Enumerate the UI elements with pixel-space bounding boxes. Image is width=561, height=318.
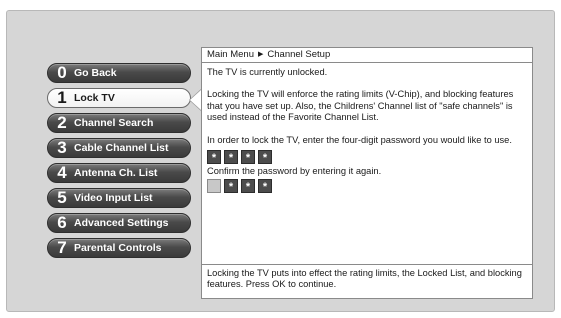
menu-item-number: 3 — [57, 138, 67, 157]
menu-item-number: 6 — [57, 213, 67, 232]
menu-item-label: Channel Search — [74, 117, 154, 129]
breadcrumb-current: Channel Setup — [267, 49, 331, 60]
menu-item-number: 5 — [57, 188, 67, 207]
menu-item-label: Go Back — [74, 67, 117, 79]
password-digit-4[interactable]: * — [258, 150, 272, 165]
menu-item-lock-tv[interactable]: 1 Lock TV — [47, 88, 191, 108]
menu-item-channel-search[interactable]: 2 Channel Search — [47, 113, 191, 133]
menu-item-antenna-ch-list[interactable]: 4 Antenna Ch. List — [47, 163, 191, 183]
lock-description-text: Locking the TV will enforce the rating l… — [207, 89, 514, 123]
confirm-password-label: Confirm the password by entering it agai… — [207, 166, 382, 177]
confirm-password-entry[interactable]: * * * — [207, 179, 526, 194]
password-instruction-text: In order to lock the TV, enter the four-… — [207, 134, 512, 145]
lock-status-text: The TV is currently unlocked. — [207, 67, 328, 77]
breadcrumb-arrow-icon: ▶ — [258, 51, 264, 58]
password-digit-3[interactable]: * — [241, 150, 255, 165]
tv-menu-screen: 0 Go Back 1 Lock TV 2 Channel Search 3 C… — [6, 10, 555, 312]
menu-item-label: Video Input List — [74, 192, 153, 204]
menu-item-number: 1 — [57, 88, 67, 107]
breadcrumb-root: Main Menu — [207, 49, 254, 60]
password-digit-1[interactable]: * — [207, 150, 221, 165]
menu-item-cable-channel-list[interactable]: 3 Cable Channel List — [47, 138, 191, 158]
menu-item-label: Cable Channel List — [74, 142, 169, 154]
menu-item-label: Lock TV — [74, 92, 115, 104]
menu-item-advanced-settings[interactable]: 6 Advanced Settings — [47, 213, 191, 233]
selection-pointer — [190, 90, 201, 110]
confirm-digit-4[interactable]: * — [258, 179, 272, 194]
menu-item-label: Antenna Ch. List — [74, 167, 158, 179]
menu-item-video-input-list[interactable]: 5 Video Input List — [47, 188, 191, 208]
confirm-digit-2[interactable]: * — [224, 179, 238, 194]
password-entry[interactable]: * * * * — [207, 150, 526, 165]
menu-item-number: 0 — [57, 63, 67, 82]
menu-item-number: 4 — [57, 163, 67, 182]
breadcrumb: Main Menu ▶ Channel Setup — [202, 48, 532, 63]
main-menu: 0 Go Back 1 Lock TV 2 Channel Search 3 C… — [47, 63, 191, 263]
menu-item-label: Advanced Settings — [74, 217, 169, 229]
password-digit-2[interactable]: * — [224, 150, 238, 165]
menu-item-label: Parental Controls — [74, 242, 162, 254]
content-panel: Main Menu ▶ Channel Setup The TV is curr… — [201, 47, 533, 299]
panel-content: The TV is currently unlocked. Locking th… — [202, 63, 532, 194]
confirm-digit-3[interactable]: * — [241, 179, 255, 194]
menu-item-go-back[interactable]: 0 Go Back — [47, 63, 191, 83]
menu-item-number: 2 — [57, 113, 67, 132]
help-footer-text: Locking the TV puts into effect the rati… — [207, 268, 522, 290]
confirm-digit-1[interactable] — [207, 179, 221, 194]
help-footer: Locking the TV puts into effect the rati… — [202, 264, 532, 298]
menu-item-number: 7 — [57, 238, 67, 257]
menu-item-parental-controls[interactable]: 7 Parental Controls — [47, 238, 191, 258]
